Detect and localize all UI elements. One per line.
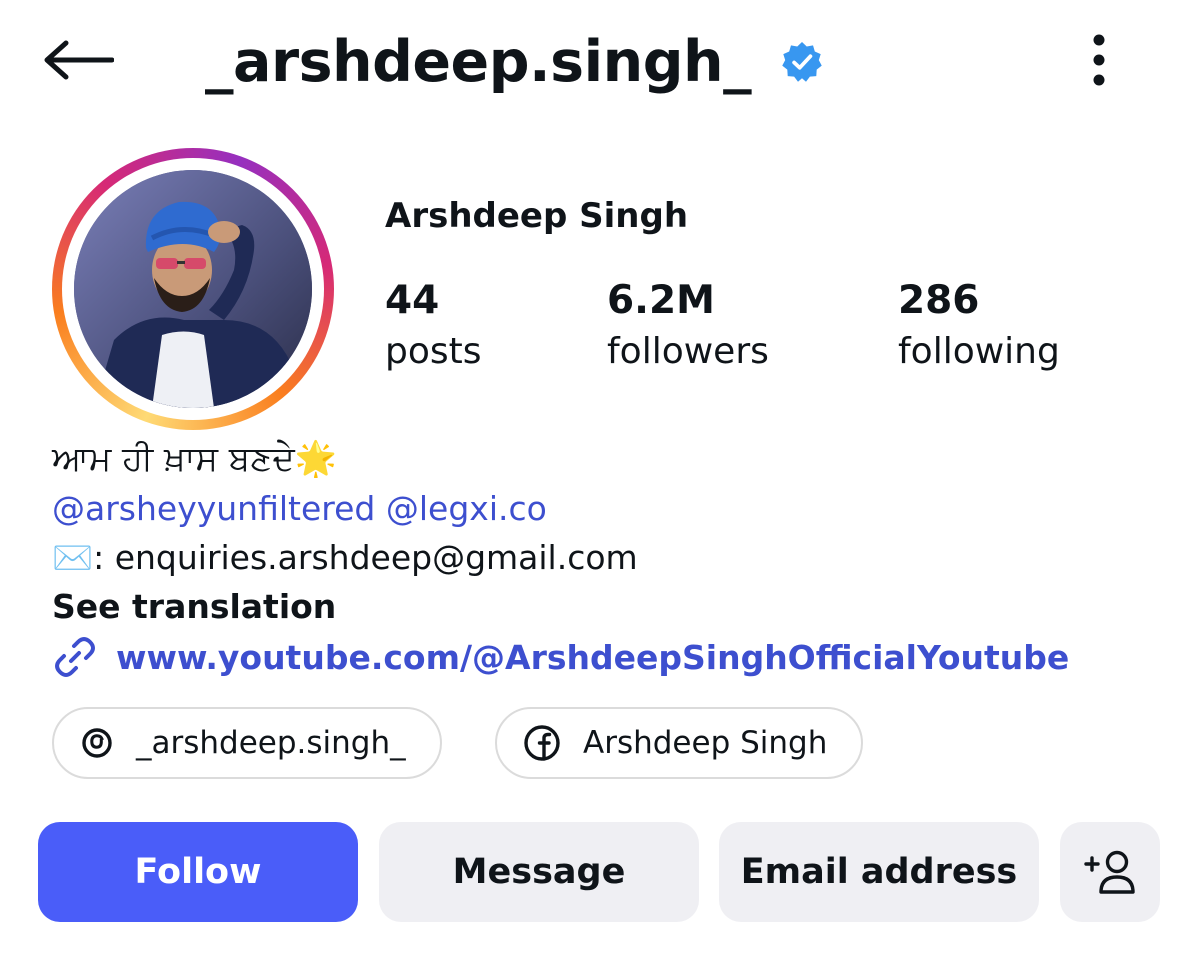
facebook-icon <box>524 725 560 761</box>
more-options-button[interactable] <box>1074 30 1124 90</box>
posts-label: posts <box>385 331 482 372</box>
bio-tagline: ਆਮ ਹੀ ਖ਼ਾਸ ਬਣਦੇ <box>52 439 295 479</box>
threads-icon <box>82 728 112 758</box>
username-title: _arshdeep.singh_ <box>205 29 752 95</box>
profile-photo <box>74 170 312 408</box>
external-link-text: www.youtube.com/@ArshdeepSinghOfficialYo… <box>116 637 1070 677</box>
back-button[interactable] <box>40 30 115 90</box>
bio: ਆਮ ਹੀ ਖ਼ਾਸ ਬਣਦੇ🌟 @arsheyyunfiltered @leg… <box>52 435 1162 683</box>
follow-button[interactable]: Follow <box>38 822 358 922</box>
following-stat[interactable]: 286 following <box>898 278 1060 380</box>
top-bar: _arshdeep.singh_ <box>0 0 1200 125</box>
username-header: _arshdeep.singh_ <box>205 22 823 102</box>
threads-chip-label: _arshdeep.singh_ <box>136 725 406 761</box>
bio-email-line: ✉️: enquiries.arshdeep@gmail.com <box>52 533 1162 582</box>
more-vertical-icon <box>1093 34 1105 86</box>
mention-link[interactable]: @legxi.co <box>386 489 547 528</box>
add-user-button[interactable] <box>1060 822 1160 922</box>
avatar[interactable] <box>74 170 312 408</box>
bio-mentions-line: @arsheyyunfiltered @legxi.co <box>52 484 1162 533</box>
bio-email-text: : enquiries.arshdeep@gmail.com <box>93 538 638 577</box>
envelope-emoji: ✉️ <box>52 538 94 577</box>
verified-badge-icon <box>782 42 822 82</box>
posts-stat[interactable]: 44 posts <box>385 278 482 380</box>
external-link[interactable]: www.youtube.com/@ArshdeepSinghOfficialYo… <box>52 631 1162 683</box>
facebook-chip[interactable]: Arshdeep Singh <box>495 707 864 779</box>
mention-link[interactable]: @arsheyyunfiltered <box>52 489 375 528</box>
followers-stat[interactable]: 6.2M followers <box>607 278 769 380</box>
facebook-chip-label: Arshdeep Singh <box>583 725 828 761</box>
posts-count: 44 <box>385 278 440 323</box>
followers-label: followers <box>607 331 769 372</box>
see-translation-button[interactable]: See translation <box>52 582 1162 631</box>
story-ring[interactable] <box>52 148 334 430</box>
threads-chip[interactable]: _arshdeep.singh_ <box>52 707 442 779</box>
bio-tagline-line: ਆਮ ਹੀ ਖ਼ਾਸ ਬਣਦੇ🌟 <box>52 435 1162 484</box>
link-icon <box>55 637 95 677</box>
following-label: following <box>898 331 1060 372</box>
followers-count: 6.2M <box>607 278 715 323</box>
arrow-left-icon <box>44 40 114 80</box>
message-button[interactable]: Message <box>379 822 699 922</box>
add-user-icon <box>1084 850 1135 894</box>
star-emoji: 🌟 <box>294 439 338 479</box>
following-count: 286 <box>898 278 980 323</box>
display-name: Arshdeep Singh <box>385 196 689 236</box>
email-address-button[interactable]: Email address <box>719 822 1039 922</box>
